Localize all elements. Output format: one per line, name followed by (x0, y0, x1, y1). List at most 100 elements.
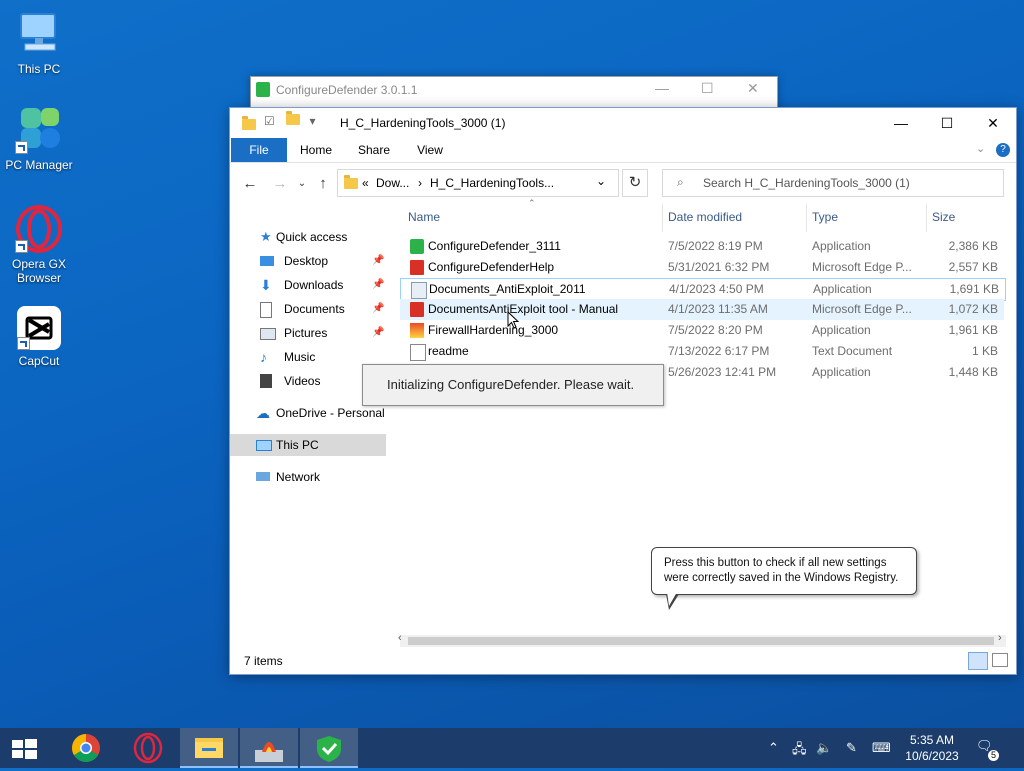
column-divider[interactable] (926, 204, 927, 232)
properties-icon[interactable]: ☑ (264, 114, 275, 128)
title-bar[interactable]: ☑ ▾ H_C_HardeningTools_3000 (1) — ☐ ✕ (230, 108, 1016, 138)
desktop-icon-label: PC Manager (5, 158, 73, 172)
show-hidden-icons-button[interactable]: ⌃ (768, 740, 779, 756)
breadcrumb-current-folder[interactable]: H_C_HardeningTools... (430, 176, 554, 190)
pc-manager-icon (15, 106, 63, 154)
column-header-size[interactable]: Size (932, 210, 955, 224)
pen-icon[interactable]: ✎ (846, 740, 857, 756)
customize-toolbar-icon[interactable]: ▾ (309, 114, 315, 128)
file-row[interactable]: ConfigureDefender_3111 7/5/2022 8:19 PM Ap… (400, 236, 1004, 257)
back-button[interactable]: ← (240, 174, 260, 194)
chrome-icon (72, 734, 100, 762)
window-title: H_C_HardeningTools_3000 (1) (340, 116, 506, 130)
file-size: 1,448 KB (948, 365, 998, 379)
file-type: Application (812, 239, 871, 253)
scrollbar-thumb[interactable] (408, 637, 994, 645)
tab-share[interactable]: Share (354, 138, 394, 162)
scroll-right-arrow[interactable]: › (998, 632, 1002, 644)
breadcrumb-downloads[interactable]: Dow... (376, 176, 409, 190)
file-name: Documents_AntiExploit_2011 (429, 282, 586, 296)
nav-item-desktop[interactable]: Desktop 📌 (230, 250, 386, 272)
window-title: ConfigureDefender 3.0.1.1 (276, 83, 418, 97)
file-date-modified: 7/13/2022 6:17 PM (668, 344, 770, 358)
maximize-button[interactable]: ☐ (924, 108, 970, 138)
start-button[interactable] (0, 728, 48, 768)
clock[interactable]: 5:35 AM 10/6/2023 (900, 732, 964, 764)
file-type: Application (812, 365, 871, 379)
tab-home[interactable]: Home (296, 138, 336, 162)
maximize-button[interactable]: ☐ (701, 80, 714, 97)
quick-access-toolbar[interactable]: ☑ ▾ (264, 111, 315, 128)
nav-item-pictures[interactable]: Pictures 📌 (230, 322, 386, 344)
desktop-icon-capcut[interactable]: CapCut (1, 306, 77, 368)
file-name: readme (428, 344, 469, 358)
file-type: Microsoft Edge P... (812, 260, 912, 274)
desktop-icon (260, 256, 274, 266)
shortcut-arrow-icon (15, 240, 28, 253)
forward-button[interactable]: → (270, 174, 290, 194)
taskbar-opera-gx[interactable] (124, 728, 172, 768)
file-row[interactable]: Documents_AntiExploit_2011 4/1/2023 4:50 … (400, 278, 1006, 301)
file-row[interactable]: DocumentsAntiExploit tool - Manual 4/1/20… (400, 299, 1004, 320)
file-size: 1,072 KB (948, 302, 998, 316)
file-date-modified: 7/5/2022 8:20 PM (668, 323, 763, 337)
desktop-icon-pc-manager[interactable]: PC Manager (1, 106, 77, 172)
close-button[interactable]: ✕ (747, 80, 759, 97)
expand-ribbon-icon[interactable]: ⌄ (976, 142, 985, 155)
mouse-cursor-icon (507, 311, 519, 329)
nav-item-quick-access[interactable]: ★ Quick access (230, 226, 386, 248)
pin-icon: 📌 (372, 303, 385, 314)
taskbar-file-explorer[interactable] (180, 728, 238, 768)
taskbar-firewall-hardening[interactable] (240, 728, 298, 768)
tab-file[interactable]: File (231, 138, 287, 162)
volume-muted-icon[interactable]: 🔈 (816, 740, 832, 756)
tab-view[interactable]: View (412, 138, 448, 162)
scroll-left-arrow[interactable]: ‹ (398, 632, 402, 644)
file-row[interactable]: readme 7/13/2022 6:17 PM Text Document 1 KB (400, 341, 1004, 362)
folder-icon (242, 116, 256, 130)
clock-time: 5:35 AM (909, 733, 955, 747)
computer-icon (256, 440, 272, 451)
new-folder-icon[interactable] (286, 111, 301, 125)
search-input[interactable]: ⌕ Search H_C_HardeningTools_3000 (1) (662, 169, 1004, 197)
shield-icon (317, 736, 341, 762)
taskbar-chrome[interactable] (62, 728, 110, 768)
column-header-type[interactable]: Type (812, 210, 838, 224)
keyboard-icon[interactable]: ⌨ (872, 740, 891, 756)
file-size: 2,557 KB (948, 260, 998, 274)
help-icon[interactable]: ? (996, 143, 1010, 157)
nav-item-network[interactable]: Network (230, 466, 386, 488)
network-icon[interactable]: 🖧 (792, 740, 807, 762)
firewall-icon (410, 323, 424, 338)
column-divider[interactable] (662, 204, 663, 232)
recent-locations-button[interactable]: ⌄ (292, 174, 312, 194)
address-dropdown-icon[interactable]: ⌄ (596, 174, 606, 188)
desktop-icon-this-pc[interactable]: This PC (1, 10, 77, 76)
refresh-button[interactable]: ↻ (622, 169, 648, 197)
minimize-button[interactable]: — (878, 108, 924, 138)
opera-gx-icon (15, 205, 63, 253)
horizontal-scrollbar[interactable]: ‹ › (398, 632, 1006, 647)
column-header-name[interactable]: Name (408, 210, 440, 224)
pictures-icon (260, 328, 276, 340)
file-row[interactable]: ConfigureDefenderHelp 5/31/2021 6:32 PM Mi… (400, 257, 1004, 278)
desktop-icon-opera-gx[interactable]: Opera GX Browser (1, 205, 77, 285)
document-icon (260, 302, 272, 318)
large-icons-view-button[interactable] (992, 653, 1008, 667)
details-view-button[interactable] (968, 652, 988, 670)
file-type: Text Document (812, 344, 893, 358)
minimize-button[interactable]: — (655, 80, 669, 96)
close-button[interactable]: ✕ (970, 108, 1016, 138)
breadcrumb-separator: › (418, 176, 422, 190)
initializing-message-text: Initializing ConfigureDefender. Please w… (387, 377, 635, 392)
nav-item-documents[interactable]: Documents 📌 (230, 298, 386, 320)
taskbar-configuredefender[interactable] (300, 728, 358, 768)
nav-item-downloads[interactable]: ⬇ Downloads 📌 (230, 274, 386, 296)
file-row[interactable]: FirewallHardening_3000 7/5/2022 8:20 PM Ap… (400, 320, 1004, 341)
up-button[interactable]: ↑ (313, 174, 333, 194)
column-divider[interactable] (806, 204, 807, 232)
column-header-date-modified[interactable]: Date modified (668, 210, 742, 224)
nav-item-this-pc[interactable]: This PC (230, 434, 386, 456)
address-bar[interactable]: « Dow... › H_C_HardeningTools... ⌄ (337, 169, 619, 197)
file-name: FirewallHardening_3000 (428, 323, 559, 337)
